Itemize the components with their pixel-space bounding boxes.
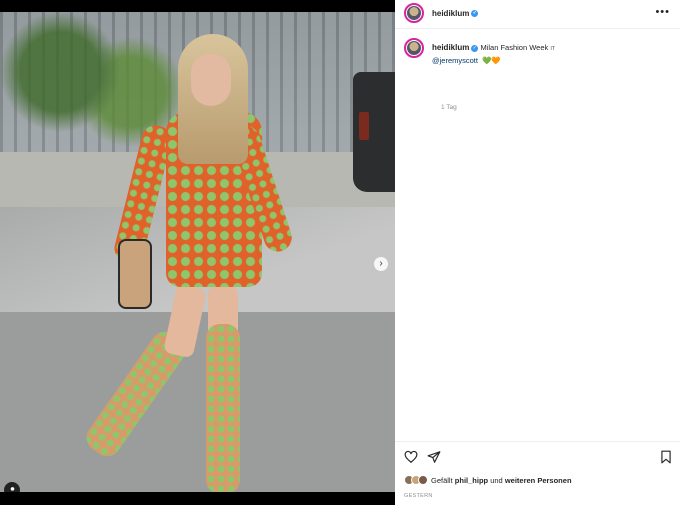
- face: [191, 54, 231, 106]
- post-date: GESTERN: [404, 493, 433, 499]
- post-actions-bar: Gefällt phil_hipp und weiteren Personen …: [395, 441, 680, 505]
- author-name-text[interactable]: heidiklum: [432, 9, 469, 18]
- green-heart-icon: 💚: [482, 56, 492, 65]
- country-flag: IT: [550, 46, 556, 52]
- likes-text: Gefällt phil_hipp und weiteren Personen: [431, 476, 572, 485]
- right-boot: [206, 324, 240, 492]
- avatar-image: [407, 6, 421, 20]
- instagram-post-window: › heidiklum ✓ ••• heidiklum ✓ Milan Fashio…: [0, 0, 680, 505]
- verified-badge-icon: ✓: [471, 44, 479, 52]
- likes-connector: und: [490, 475, 503, 485]
- hearts-emoji: 💚🧡: [482, 56, 501, 65]
- author-avatar[interactable]: [404, 3, 424, 23]
- avatar-image: [407, 41, 421, 55]
- share-send-icon[interactable]: [427, 450, 441, 464]
- caption-mention-link[interactable]: @jeremyscott: [432, 56, 478, 65]
- post-header: heidiklum ✓ •••: [395, 0, 680, 29]
- likes-prefix: Gefällt: [431, 475, 453, 485]
- like-heart-icon[interactable]: [404, 450, 418, 464]
- author-username[interactable]: heidiklum ✓: [432, 9, 479, 18]
- parked-car: [353, 72, 395, 192]
- likes-summary: Gefällt phil_hipp und weiteren Personen: [404, 475, 572, 485]
- handbag: [118, 239, 152, 309]
- liker-avatar[interactable]: [418, 475, 428, 485]
- user-icon: [10, 486, 14, 492]
- next-slide-button[interactable]: ›: [374, 257, 388, 271]
- caption-text: heidiklum ✓ Milan Fashion Week IT @jeremy…: [432, 42, 672, 66]
- caption-location: Milan Fashion Week: [480, 43, 549, 52]
- post-media[interactable]: ›: [0, 12, 395, 492]
- other-likers-link[interactable]: weiteren Personen: [505, 476, 572, 485]
- save-bookmark-icon[interactable]: [659, 450, 673, 464]
- liker-username-link[interactable]: phil_hipp: [455, 476, 488, 485]
- tagged-users-button[interactable]: [4, 482, 20, 492]
- orange-heart-icon: 🧡: [491, 56, 501, 65]
- caption-author-avatar[interactable]: [404, 38, 424, 58]
- verified-badge-icon: ✓: [471, 10, 479, 18]
- caption-author-username[interactable]: heidiklum: [432, 43, 469, 52]
- post-side-panel: heidiklum ✓ ••• heidiklum ✓ Milan Fashion …: [395, 0, 680, 505]
- post-time-ago: 1 Tag: [441, 104, 457, 111]
- left-leg: [163, 283, 207, 359]
- more-options-button[interactable]: •••: [655, 6, 670, 18]
- woman-walking: [81, 24, 308, 492]
